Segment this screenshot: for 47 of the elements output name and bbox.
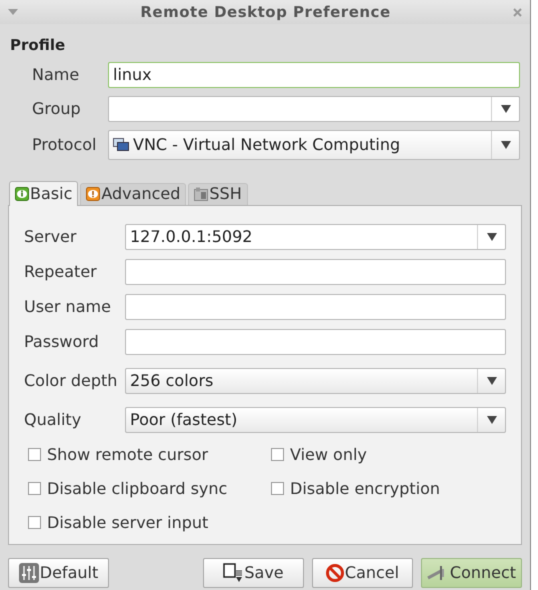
dropdown[interactable]: Poor (fastest)	[125, 406, 506, 432]
tab[interactable]: SSH	[188, 182, 248, 204]
checkbox-label: Disable encryption	[290, 478, 440, 500]
field-label: Server	[24, 226, 78, 248]
cancel-button[interactable]: Cancel	[312, 558, 413, 588]
warning-icon	[86, 187, 100, 201]
checkbox-label: Show remote cursor	[47, 444, 208, 466]
save-icon	[223, 562, 244, 582]
connect-button[interactable]: Connect	[421, 558, 522, 588]
text-field[interactable]	[125, 328, 506, 354]
checkbox[interactable]	[271, 448, 284, 461]
field-label: Name	[31, 64, 80, 86]
field-label: Repeater	[24, 260, 98, 282]
window-title: Remote Desktop Preference	[139, 2, 392, 23]
text-field[interactable]	[125, 258, 506, 284]
terminal-icon	[194, 187, 208, 201]
field-value: VNC - Virtual Network Computing	[133, 134, 400, 156]
field-label: Group	[31, 98, 82, 120]
tab[interactable]: Basic	[9, 180, 78, 206]
dropdown[interactable]: 256 colors	[125, 368, 506, 394]
field-value: 127.0.0.1:5092	[130, 226, 252, 248]
default-button[interactable]: Default	[8, 558, 109, 588]
checkbox-label: View only	[290, 444, 367, 466]
window-menu-icon[interactable]	[8, 9, 18, 15]
close-icon[interactable]	[513, 8, 522, 16]
text-field[interactable]	[125, 294, 506, 320]
cancel-icon	[326, 564, 344, 582]
checkbox[interactable]	[28, 516, 41, 529]
save-button[interactable]: Save	[203, 558, 304, 588]
info-icon	[15, 186, 29, 200]
field-label: Color depth	[24, 370, 118, 392]
checkbox[interactable]	[271, 482, 284, 495]
sliders-icon	[18, 562, 39, 582]
section-heading: Profile	[10, 35, 66, 56]
checkbox[interactable]	[28, 482, 41, 495]
combo-box[interactable]: 127.0.0.1:5092	[125, 224, 506, 250]
field-label: User name	[24, 296, 112, 318]
checkbox[interactable]	[28, 448, 41, 461]
field-label: Password	[24, 330, 100, 352]
field-label: Protocol	[31, 134, 98, 156]
checkbox-label: Disable server input	[47, 512, 208, 534]
checkbox-label: Disable clipboard sync	[47, 478, 228, 500]
field-label: Quality	[24, 408, 82, 430]
tab[interactable]: Advanced	[80, 182, 186, 204]
text-field[interactable]: linux	[108, 62, 520, 88]
combo-box[interactable]	[108, 96, 520, 122]
combo-box[interactable]: VNC - Virtual Network Computing	[108, 130, 520, 160]
